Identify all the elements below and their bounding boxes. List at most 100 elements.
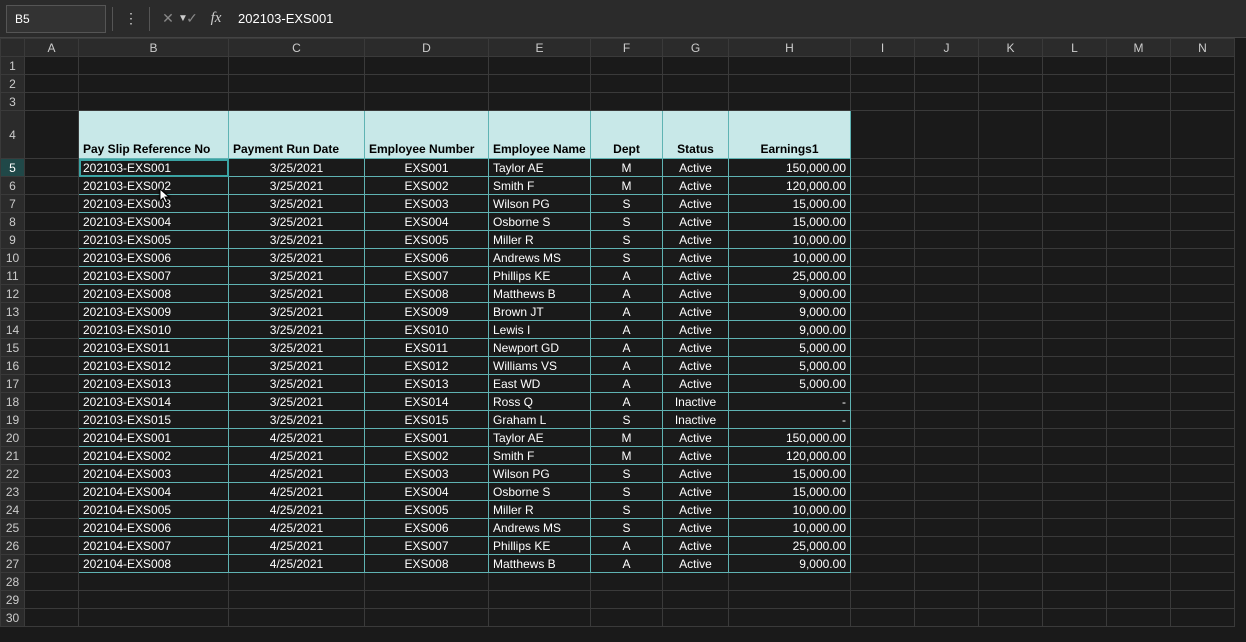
cell-H28[interactable] [729,573,851,591]
cell-H30[interactable] [729,609,851,627]
cell-B25[interactable]: 202104-EXS006 [79,519,229,537]
cell-I20[interactable] [851,429,915,447]
cell-I8[interactable] [851,213,915,231]
cell-K5[interactable] [979,159,1043,177]
cell-F14[interactable]: A [591,321,663,339]
cell-F7[interactable]: S [591,195,663,213]
col-header-I[interactable]: I [851,39,915,57]
cell-J14[interactable] [915,321,979,339]
cell-B8[interactable]: 202103-EXS004 [79,213,229,231]
cell-F10[interactable]: S [591,249,663,267]
cell-A10[interactable] [25,249,79,267]
row-header-25[interactable]: 25 [1,519,25,537]
cell-I6[interactable] [851,177,915,195]
cell-C23[interactable]: 4/25/2021 [229,483,365,501]
cell-K26[interactable] [979,537,1043,555]
cell-N17[interactable] [1171,375,1235,393]
cell-B26[interactable]: 202104-EXS007 [79,537,229,555]
cell-D16[interactable]: EXS012 [365,357,489,375]
cell-G17[interactable]: Active [663,375,729,393]
cell-K23[interactable] [979,483,1043,501]
cell-D2[interactable] [365,75,489,93]
cell-F4[interactable]: Dept [591,111,663,159]
cell-N5[interactable] [1171,159,1235,177]
row-header-12[interactable]: 12 [1,285,25,303]
cell-J21[interactable] [915,447,979,465]
cell-G18[interactable]: Inactive [663,393,729,411]
cell-I30[interactable] [851,609,915,627]
cell-H19[interactable]: - [729,411,851,429]
cell-A16[interactable] [25,357,79,375]
cell-M7[interactable] [1107,195,1171,213]
cell-A29[interactable] [25,591,79,609]
fx-icon[interactable]: fx [204,7,228,31]
cell-H26[interactable]: 25,000.00 [729,537,851,555]
cell-H15[interactable]: 5,000.00 [729,339,851,357]
cell-D18[interactable]: EXS014 [365,393,489,411]
cell-F9[interactable]: S [591,231,663,249]
cell-L19[interactable] [1043,411,1107,429]
cell-G15[interactable]: Active [663,339,729,357]
cell-D4[interactable]: Employee Number [365,111,489,159]
cell-A18[interactable] [25,393,79,411]
cell-H7[interactable]: 15,000.00 [729,195,851,213]
cell-M18[interactable] [1107,393,1171,411]
cell-D29[interactable] [365,591,489,609]
cell-G10[interactable]: Active [663,249,729,267]
cell-L2[interactable] [1043,75,1107,93]
cell-K20[interactable] [979,429,1043,447]
cell-D21[interactable]: EXS002 [365,447,489,465]
cell-D15[interactable]: EXS011 [365,339,489,357]
cell-A25[interactable] [25,519,79,537]
row-header-15[interactable]: 15 [1,339,25,357]
row-header-27[interactable]: 27 [1,555,25,573]
cell-D23[interactable]: EXS004 [365,483,489,501]
cell-A2[interactable] [25,75,79,93]
row-header-17[interactable]: 17 [1,375,25,393]
cell-G28[interactable] [663,573,729,591]
cell-I28[interactable] [851,573,915,591]
cell-M30[interactable] [1107,609,1171,627]
cell-H9[interactable]: 10,000.00 [729,231,851,249]
cell-N12[interactable] [1171,285,1235,303]
cell-K17[interactable] [979,375,1043,393]
cell-N13[interactable] [1171,303,1235,321]
cell-J2[interactable] [915,75,979,93]
cell-K12[interactable] [979,285,1043,303]
cell-D12[interactable]: EXS008 [365,285,489,303]
col-header-K[interactable]: K [979,39,1043,57]
cell-D13[interactable]: EXS009 [365,303,489,321]
cell-A9[interactable] [25,231,79,249]
cell-B1[interactable] [79,57,229,75]
cell-E14[interactable]: Lewis I [489,321,591,339]
cell-I10[interactable] [851,249,915,267]
cell-L14[interactable] [1043,321,1107,339]
cell-F5[interactable]: M [591,159,663,177]
cell-B5[interactable]: 202103-EXS001 [79,159,229,177]
cell-I27[interactable] [851,555,915,573]
row-header-18[interactable]: 18 [1,393,25,411]
cell-M27[interactable] [1107,555,1171,573]
cell-B6[interactable]: 202103-EXS002 [79,177,229,195]
cell-H20[interactable]: 150,000.00 [729,429,851,447]
cell-I3[interactable] [851,93,915,111]
row-header-2[interactable]: 2 [1,75,25,93]
cell-G1[interactable] [663,57,729,75]
cell-E22[interactable]: Wilson PG [489,465,591,483]
cell-C4[interactable]: Payment Run Date [229,111,365,159]
cell-K19[interactable] [979,411,1043,429]
cell-G4[interactable]: Status [663,111,729,159]
cell-E7[interactable]: Wilson PG [489,195,591,213]
cell-B11[interactable]: 202103-EXS007 [79,267,229,285]
cell-G23[interactable]: Active [663,483,729,501]
cell-J15[interactable] [915,339,979,357]
cell-F24[interactable]: S [591,501,663,519]
cell-M12[interactable] [1107,285,1171,303]
row-header-10[interactable]: 10 [1,249,25,267]
cell-D10[interactable]: EXS006 [365,249,489,267]
cell-L8[interactable] [1043,213,1107,231]
cell-I4[interactable] [851,111,915,159]
cell-H13[interactable]: 9,000.00 [729,303,851,321]
row-header-6[interactable]: 6 [1,177,25,195]
cell-L28[interactable] [1043,573,1107,591]
